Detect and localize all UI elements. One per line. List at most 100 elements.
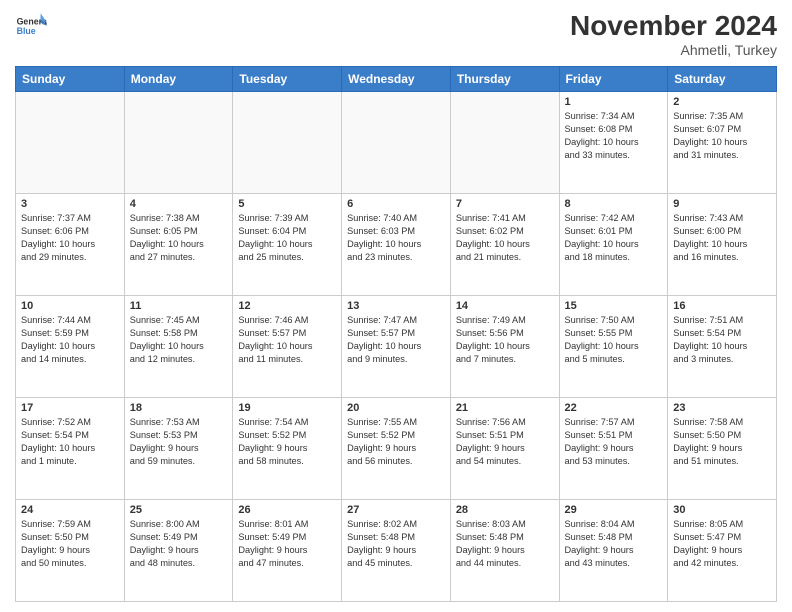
day-number: 5 bbox=[238, 198, 336, 210]
day-cell: 12 Sunrise: 7:46 AM Sunset: 5:57 PM Dayli… bbox=[233, 296, 342, 398]
header: General Blue November 2024 Ahmetli, Turk… bbox=[15, 10, 777, 58]
day-cell: 1 Sunrise: 7:34 AM Sunset: 6:08 PM Daylig… bbox=[559, 92, 668, 194]
day-cell: 2 Sunrise: 7:35 AM Sunset: 6:07 PM Daylig… bbox=[668, 92, 777, 194]
day-number: 29 bbox=[565, 504, 663, 516]
day-info: Sunrise: 8:00 AM Sunset: 5:49 PM Dayligh… bbox=[130, 518, 228, 570]
day-cell: 30 Sunrise: 8:05 AM Sunset: 5:47 PM Dayli… bbox=[668, 500, 777, 602]
day-cell: 21 Sunrise: 7:56 AM Sunset: 5:51 PM Dayli… bbox=[450, 398, 559, 500]
day-cell bbox=[124, 92, 233, 194]
day-info: Sunrise: 7:45 AM Sunset: 5:58 PM Dayligh… bbox=[130, 314, 228, 366]
day-cell: 5 Sunrise: 7:39 AM Sunset: 6:04 PM Daylig… bbox=[233, 194, 342, 296]
day-number: 11 bbox=[130, 300, 228, 312]
day-cell: 26Sunrise: 8:01 AM Sunset: 5:49 PM Dayli… bbox=[233, 500, 342, 602]
day-number: 10 bbox=[21, 300, 119, 312]
day-number: 13 bbox=[347, 300, 445, 312]
day-number: 14 bbox=[456, 300, 554, 312]
day-cell: 25Sunrise: 8:00 AM Sunset: 5:49 PM Dayli… bbox=[124, 500, 233, 602]
day-cell: 10 Sunrise: 7:44 AM Sunset: 5:59 PM Dayli… bbox=[16, 296, 125, 398]
location: Ahmetli, Turkey bbox=[570, 42, 777, 58]
day-info: Sunrise: 7:52 AM Sunset: 5:54 PM Dayligh… bbox=[21, 416, 119, 468]
day-cell bbox=[16, 92, 125, 194]
week-row-2: 10 Sunrise: 7:44 AM Sunset: 5:59 PM Dayli… bbox=[16, 296, 777, 398]
day-cell: 9 Sunrise: 7:43 AM Sunset: 6:00 PM Daylig… bbox=[668, 194, 777, 296]
day-number: 9 bbox=[673, 198, 771, 210]
day-cell: 7 Sunrise: 7:41 AM Sunset: 6:02 PM Daylig… bbox=[450, 194, 559, 296]
day-cell: 22 Sunrise: 7:57 AM Sunset: 5:51 PM Dayli… bbox=[559, 398, 668, 500]
calendar-table: SundayMondayTuesdayWednesdayThursdayFrid… bbox=[15, 66, 777, 602]
day-info: Sunrise: 7:46 AM Sunset: 5:57 PM Dayligh… bbox=[238, 314, 336, 366]
day-number: 30 bbox=[673, 504, 771, 516]
day-cell bbox=[450, 92, 559, 194]
day-cell: 17 Sunrise: 7:52 AM Sunset: 5:54 PM Dayli… bbox=[16, 398, 125, 500]
svg-text:Blue: Blue bbox=[17, 26, 36, 36]
day-info: Sunrise: 8:05 AM Sunset: 5:47 PM Dayligh… bbox=[673, 518, 771, 570]
day-cell: 11 Sunrise: 7:45 AM Sunset: 5:58 PM Dayli… bbox=[124, 296, 233, 398]
day-number: 12 bbox=[238, 300, 336, 312]
day-info: Sunrise: 7:35 AM Sunset: 6:07 PM Dayligh… bbox=[673, 110, 771, 162]
day-number: 17 bbox=[21, 402, 119, 414]
day-number: 15 bbox=[565, 300, 663, 312]
day-number: 1 bbox=[565, 96, 663, 108]
day-info: Sunrise: 7:41 AM Sunset: 6:02 PM Dayligh… bbox=[456, 212, 554, 264]
day-cell: 18Sunrise: 7:53 AM Sunset: 5:53 PM Dayli… bbox=[124, 398, 233, 500]
day-cell: 4 Sunrise: 7:38 AM Sunset: 6:05 PM Daylig… bbox=[124, 194, 233, 296]
day-info: Sunrise: 7:43 AM Sunset: 6:00 PM Dayligh… bbox=[673, 212, 771, 264]
day-info: Sunrise: 7:44 AM Sunset: 5:59 PM Dayligh… bbox=[21, 314, 119, 366]
day-number: 8 bbox=[565, 198, 663, 210]
day-info: Sunrise: 7:57 AM Sunset: 5:51 PM Dayligh… bbox=[565, 416, 663, 468]
day-cell: 28Sunrise: 8:03 AM Sunset: 5:48 PM Dayli… bbox=[450, 500, 559, 602]
day-info: Sunrise: 7:49 AM Sunset: 5:56 PM Dayligh… bbox=[456, 314, 554, 366]
weekday-header-row: SundayMondayTuesdayWednesdayThursdayFrid… bbox=[16, 67, 777, 92]
day-info: Sunrise: 7:34 AM Sunset: 6:08 PM Dayligh… bbox=[565, 110, 663, 162]
weekday-header-monday: Monday bbox=[124, 67, 233, 92]
day-cell: 23 Sunrise: 7:58 AM Sunset: 5:50 PM Dayli… bbox=[668, 398, 777, 500]
day-number: 18 bbox=[130, 402, 228, 414]
logo-icon: General Blue bbox=[15, 10, 47, 42]
day-info: Sunrise: 7:58 AM Sunset: 5:50 PM Dayligh… bbox=[673, 416, 771, 468]
day-info: Sunrise: 8:04 AM Sunset: 5:48 PM Dayligh… bbox=[565, 518, 663, 570]
day-number: 27 bbox=[347, 504, 445, 516]
day-cell bbox=[342, 92, 451, 194]
day-number: 20 bbox=[347, 402, 445, 414]
weekday-header-sunday: Sunday bbox=[16, 67, 125, 92]
day-number: 23 bbox=[673, 402, 771, 414]
day-info: Sunrise: 7:54 AM Sunset: 5:52 PM Dayligh… bbox=[238, 416, 336, 468]
day-info: Sunrise: 8:03 AM Sunset: 5:48 PM Dayligh… bbox=[456, 518, 554, 570]
logo: General Blue bbox=[15, 10, 47, 42]
day-info: Sunrise: 8:01 AM Sunset: 5:49 PM Dayligh… bbox=[238, 518, 336, 570]
day-number: 16 bbox=[673, 300, 771, 312]
day-info: Sunrise: 7:56 AM Sunset: 5:51 PM Dayligh… bbox=[456, 416, 554, 468]
day-number: 2 bbox=[673, 96, 771, 108]
day-info: Sunrise: 7:50 AM Sunset: 5:55 PM Dayligh… bbox=[565, 314, 663, 366]
day-info: Sunrise: 7:59 AM Sunset: 5:50 PM Dayligh… bbox=[21, 518, 119, 570]
day-cell: 29 Sunrise: 8:04 AM Sunset: 5:48 PM Dayli… bbox=[559, 500, 668, 602]
weekday-header-saturday: Saturday bbox=[668, 67, 777, 92]
week-row-4: 24Sunrise: 7:59 AM Sunset: 5:50 PM Dayli… bbox=[16, 500, 777, 602]
day-info: Sunrise: 7:37 AM Sunset: 6:06 PM Dayligh… bbox=[21, 212, 119, 264]
day-info: Sunrise: 7:55 AM Sunset: 5:52 PM Dayligh… bbox=[347, 416, 445, 468]
weekday-header-tuesday: Tuesday bbox=[233, 67, 342, 92]
week-row-3: 17 Sunrise: 7:52 AM Sunset: 5:54 PM Dayli… bbox=[16, 398, 777, 500]
day-cell: 14 Sunrise: 7:49 AM Sunset: 5:56 PM Dayli… bbox=[450, 296, 559, 398]
day-number: 22 bbox=[565, 402, 663, 414]
day-number: 21 bbox=[456, 402, 554, 414]
weekday-header-wednesday: Wednesday bbox=[342, 67, 451, 92]
week-row-1: 3 Sunrise: 7:37 AM Sunset: 6:06 PM Daylig… bbox=[16, 194, 777, 296]
day-number: 19 bbox=[238, 402, 336, 414]
day-info: Sunrise: 7:38 AM Sunset: 6:05 PM Dayligh… bbox=[130, 212, 228, 264]
day-info: Sunrise: 7:42 AM Sunset: 6:01 PM Dayligh… bbox=[565, 212, 663, 264]
day-cell bbox=[233, 92, 342, 194]
day-number: 3 bbox=[21, 198, 119, 210]
day-info: Sunrise: 7:51 AM Sunset: 5:54 PM Dayligh… bbox=[673, 314, 771, 366]
day-cell: 20 Sunrise: 7:55 AM Sunset: 5:52 PM Dayli… bbox=[342, 398, 451, 500]
day-info: Sunrise: 7:47 AM Sunset: 5:57 PM Dayligh… bbox=[347, 314, 445, 366]
day-cell: 19 Sunrise: 7:54 AM Sunset: 5:52 PM Dayli… bbox=[233, 398, 342, 500]
day-number: 4 bbox=[130, 198, 228, 210]
weekday-header-friday: Friday bbox=[559, 67, 668, 92]
day-cell: 15 Sunrise: 7:50 AM Sunset: 5:55 PM Dayli… bbox=[559, 296, 668, 398]
day-number: 7 bbox=[456, 198, 554, 210]
week-row-0: 1 Sunrise: 7:34 AM Sunset: 6:08 PM Daylig… bbox=[16, 92, 777, 194]
day-cell: 27Sunrise: 8:02 AM Sunset: 5:48 PM Dayli… bbox=[342, 500, 451, 602]
day-cell: 3 Sunrise: 7:37 AM Sunset: 6:06 PM Daylig… bbox=[16, 194, 125, 296]
day-info: Sunrise: 7:39 AM Sunset: 6:04 PM Dayligh… bbox=[238, 212, 336, 264]
